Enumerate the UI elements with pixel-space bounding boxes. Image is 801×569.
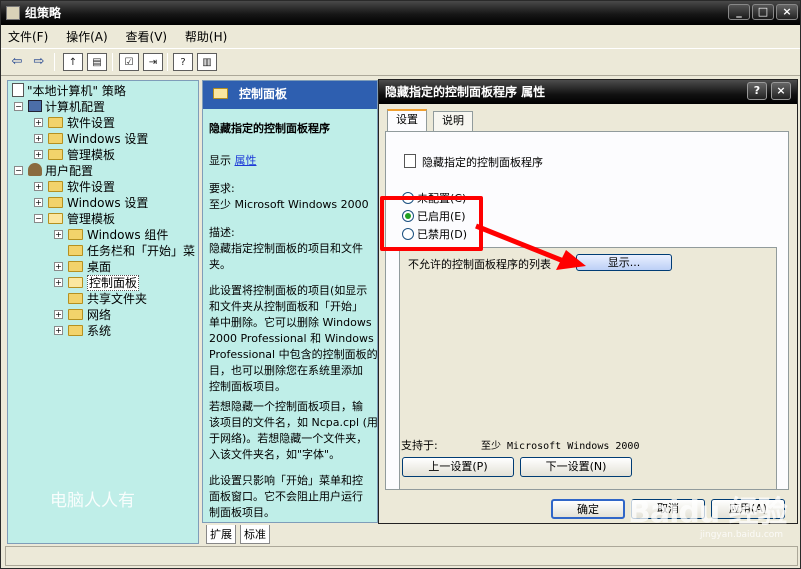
arrow-overlay: [475, 223, 586, 270]
arrow-line: [475, 223, 567, 265]
baidu-watermark: Baidu 经验: [628, 495, 788, 530]
baidu-url: jingyan.baidu.com: [700, 530, 784, 540]
